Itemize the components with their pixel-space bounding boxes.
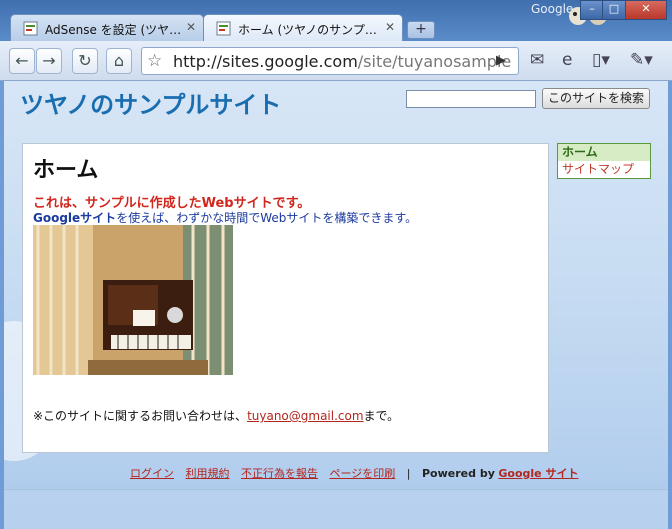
reload-icon: ↻ bbox=[78, 51, 92, 70]
close-tab-icon[interactable]: ✕ bbox=[186, 20, 196, 34]
site-search-button[interactable]: このサイトを検索 bbox=[542, 88, 651, 109]
page-bottom-band bbox=[4, 489, 668, 529]
tab-adsense[interactable]: AdSense を設定 (ツヤ… ✕ bbox=[10, 14, 204, 41]
browser-toolbar: ← → ↻ ⌂ ☆ http://sites.google.com/site/t… bbox=[0, 41, 672, 81]
page-menu-icon[interactable]: ▯▾ bbox=[592, 50, 610, 70]
footer-print-link[interactable]: ページを印刷 bbox=[330, 467, 396, 480]
sidebar-item-sitemap[interactable]: サイトマップ bbox=[558, 161, 650, 178]
contact-prefix: ※このサイトに関するお問い合わせは、 bbox=[33, 409, 248, 423]
bookmark-star-icon[interactable]: ☆ bbox=[147, 51, 162, 71]
url-text: http://sites.google.com/site/tuyanosampl… bbox=[173, 52, 511, 71]
sidebar-item-home[interactable]: ホーム bbox=[558, 144, 650, 161]
intro-blue-rest: を使えば、わずかな時間でWebサイトを構築できます。 bbox=[116, 211, 418, 225]
site-footer: ログイン 利用規約 不正行為を報告 ページを印刷 | Powered by Go… bbox=[130, 465, 586, 481]
main-content: ホーム これは、サンプルに作成したWebサイトです。 Googleサイトを使えば… bbox=[22, 143, 549, 453]
home-icon: ⌂ bbox=[113, 51, 125, 70]
site-title[interactable]: ツヤノのサンプルサイト bbox=[20, 85, 281, 120]
contact-suffix: まで。 bbox=[363, 409, 400, 423]
footer-powered-by: Powered by bbox=[422, 467, 495, 480]
intro-blue-bold: Googleサイト bbox=[33, 211, 117, 225]
address-bar[interactable]: ☆ http://sites.google.com/site/tuyanosam… bbox=[141, 47, 519, 75]
new-tab-button[interactable]: + bbox=[407, 21, 435, 39]
tab-strip: AdSense を設定 (ツヤ… ✕ ホーム (ツヤノのサンプ… ✕ + Goo… bbox=[0, 0, 672, 42]
forward-button[interactable]: → bbox=[36, 48, 62, 74]
piano-room-photo bbox=[33, 225, 233, 375]
browser-window: AdSense を設定 (ツヤ… ✕ ホーム (ツヤノのサンプ… ✕ + Goo… bbox=[0, 0, 672, 529]
tab-label: ホーム (ツヤノのサンプ… bbox=[238, 23, 377, 37]
footer-terms-link[interactable]: 利用規約 bbox=[186, 467, 230, 480]
footer-report-abuse-link[interactable]: 不正行為を報告 bbox=[241, 467, 318, 480]
contact-email-link[interactable]: tuyano@gmail.com bbox=[247, 409, 363, 423]
sidebar-nav: ホーム サイトマップ bbox=[557, 143, 651, 179]
footer-google-sites-link[interactable]: Google サイト bbox=[498, 467, 578, 480]
close-window-button[interactable]: ✕ bbox=[625, 0, 667, 20]
url-host: http://sites.google.com bbox=[173, 52, 358, 71]
go-arrow-icon[interactable]: ▶ bbox=[496, 53, 506, 68]
page-title: ホーム bbox=[33, 158, 99, 183]
page-favicon-icon bbox=[23, 21, 38, 36]
contact-text: ※このサイトに関するお問い合わせは、tuyano@gmail.comまで。 bbox=[33, 407, 399, 424]
wrench-icon[interactable]: ✎▾ bbox=[630, 50, 653, 70]
tab-label: AdSense を設定 (ツヤ… bbox=[45, 23, 182, 37]
footer-login-link[interactable]: ログイン bbox=[130, 467, 174, 480]
maximize-button[interactable]: □ bbox=[602, 0, 626, 20]
home-button[interactable]: ⌂ bbox=[106, 48, 132, 74]
close-tab-icon[interactable]: ✕ bbox=[385, 20, 395, 34]
minimize-button[interactable]: – bbox=[580, 0, 604, 20]
ie-tab-icon[interactable]: e bbox=[562, 50, 572, 70]
intro-blue-text: Googleサイトを使えば、わずかな時間でWebサイトを構築できます。 bbox=[33, 209, 417, 226]
url-path: /site/tuyanosample bbox=[357, 52, 512, 71]
arrow-left-icon: ← bbox=[15, 51, 29, 70]
arrow-right-icon: → bbox=[42, 51, 56, 70]
back-button[interactable]: ← bbox=[9, 48, 35, 74]
page-favicon-icon bbox=[216, 21, 231, 36]
page-viewport: ツヤノのサンプルサイト このサイトを検索 ホーム これは、サンプルに作成したWe… bbox=[4, 81, 668, 529]
site-search-input[interactable] bbox=[406, 90, 536, 108]
mail-icon[interactable]: ✉ bbox=[530, 50, 544, 70]
reload-button[interactable]: ↻ bbox=[72, 48, 98, 74]
tab-home[interactable]: ホーム (ツヤノのサンプ… ✕ bbox=[203, 14, 403, 41]
footer-separator: | bbox=[406, 467, 411, 480]
